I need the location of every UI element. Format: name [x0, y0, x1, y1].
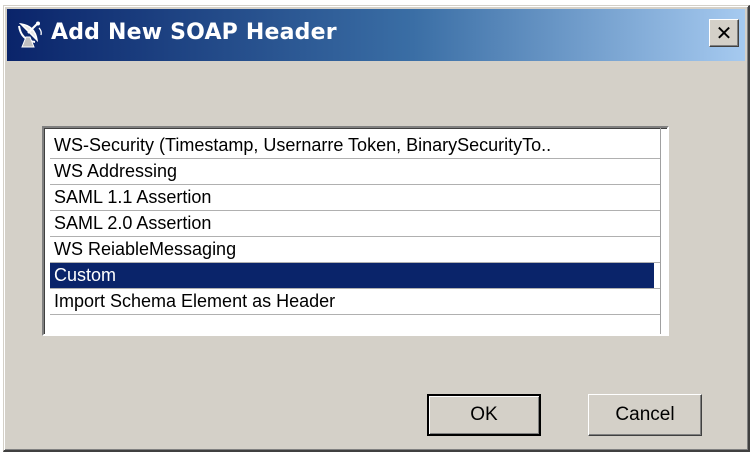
list-item-label: SAML 2.0 Assertion [54, 213, 212, 233]
title-bar[interactable]: Add New SOAP Header ✕ [7, 9, 745, 61]
ok-button[interactable]: OK [427, 394, 541, 436]
window-title: Add New SOAP Header [51, 20, 337, 45]
list-item-import-schema-element[interactable]: Import Schema Element as Header [50, 289, 661, 315]
satellite-dish-icon [18, 21, 42, 48]
list-item-label: WS-Security (Timestamp, Usernarre Token,… [54, 135, 552, 155]
soap-header-type-list[interactable]: WS-Security (Timestamp, Usernarre Token,… [42, 126, 669, 336]
list-item-label: SAML 1.1 Assertion [54, 187, 212, 207]
list-item-label: WS Addressing [54, 161, 178, 181]
add-soap-header-dialog: Add New SOAP Header ✕ WS-Security (Times… [3, 5, 750, 452]
column-divider [660, 128, 661, 334]
list-item-label: Import Schema Element as Header [54, 291, 336, 311]
list-item-custom[interactable]: Custom [50, 263, 661, 289]
close-icon: ✕ [715, 21, 733, 45]
list-item-label: WS ReiableMessaging [54, 239, 237, 259]
list-item-saml-1-1[interactable]: SAML 1.1 Assertion [50, 185, 661, 211]
header-type-items: WS-Security (Timestamp, Usernarre Token,… [50, 133, 661, 315]
list-item-ws-reliable-messaging[interactable]: WS ReiableMessaging [50, 237, 661, 263]
close-button[interactable]: ✕ [709, 19, 739, 47]
list-item-ws-security[interactable]: WS-Security (Timestamp, Usernarre Token,… [50, 133, 661, 159]
list-item-ws-addressing[interactable]: WS Addressing [50, 159, 661, 185]
list-item-label: Custom [50, 263, 654, 288]
list-item-saml-2-0[interactable]: SAML 2.0 Assertion [50, 211, 661, 237]
cancel-button[interactable]: Cancel [588, 394, 702, 436]
